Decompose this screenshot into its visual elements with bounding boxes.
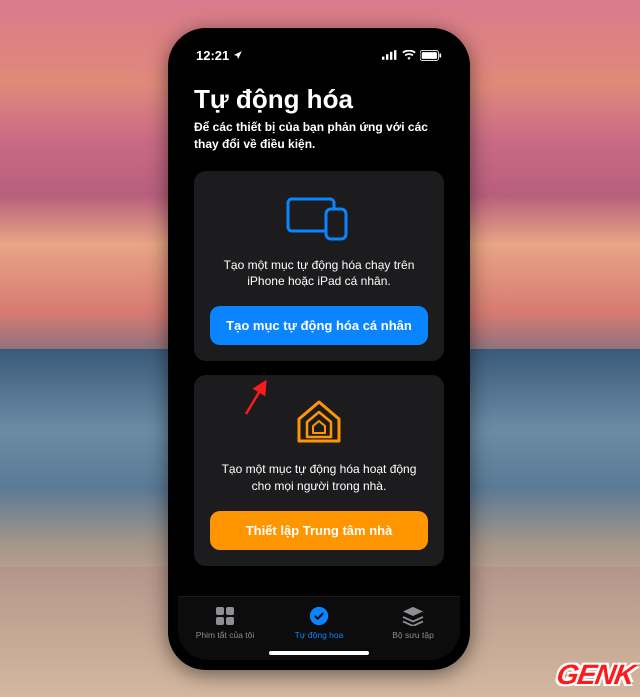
tab-gallery-label: Bộ sưu tập (392, 630, 434, 640)
status-bar: 12:21 (178, 38, 460, 66)
content-area: Tự động hóa Để các thiết bị của bạn phản… (178, 66, 460, 596)
tab-automation[interactable]: Tự động hoa (272, 605, 365, 640)
setup-home-hub-button[interactable]: Thiết lập Trung tâm nhà (210, 511, 428, 550)
page-subtitle: Để các thiết bị của bạn phản ứng với các… (194, 119, 444, 153)
home-automation-card: Tạo một mục tự động hóa hoạt động cho mọ… (194, 375, 444, 566)
tab-gallery[interactable]: Bộ sưu tập (366, 605, 459, 640)
status-time: 12:21 (196, 48, 229, 63)
tab-automation-label: Tự động hoa (295, 630, 344, 640)
create-personal-automation-button[interactable]: Tạo mục tự động hóa cá nhân (210, 306, 428, 345)
stack-icon (402, 605, 424, 627)
wifi-icon (402, 50, 416, 60)
signal-icon (382, 50, 398, 60)
location-icon (233, 50, 243, 60)
phone-frame: 12:21 Tự động hóa Để các thiết bị của bạ… (168, 28, 470, 670)
battery-icon (420, 50, 442, 61)
home-indicator[interactable] (269, 651, 369, 655)
personal-card-text: Tạo một mục tự động hóa chạy trên iPhone… (210, 257, 428, 291)
grid-icon (214, 605, 236, 627)
home-card-text: Tạo một mục tự động hóa hoạt động cho mọ… (210, 461, 428, 495)
personal-automation-card: Tạo một mục tự động hóa chạy trên iPhone… (194, 171, 444, 362)
devices-icon (284, 193, 354, 243)
tab-shortcuts[interactable]: Phim tắt của tôi (178, 605, 271, 640)
page-title: Tự động hóa (194, 84, 444, 115)
clock-check-icon (308, 605, 330, 627)
screen: 12:21 Tự động hóa Để các thiết bị của bạ… (178, 38, 460, 660)
home-icon (295, 397, 343, 447)
tab-shortcuts-label: Phim tắt của tôi (196, 630, 255, 640)
watermark-logo: GENK (554, 659, 637, 691)
